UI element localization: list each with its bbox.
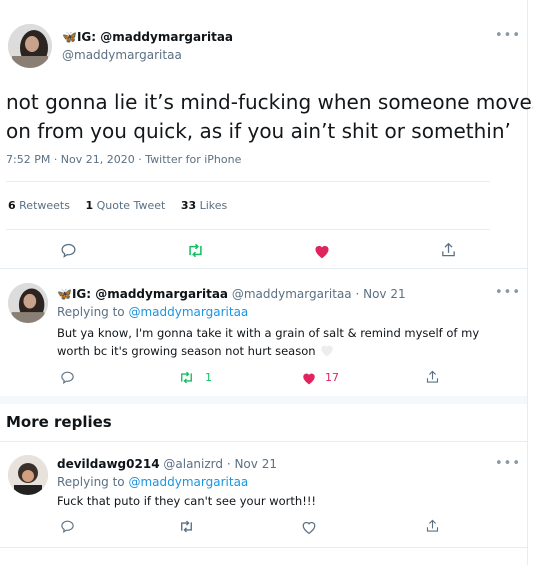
reply1-replying-to: Replying to @maddymargaritaa: [57, 305, 249, 319]
reply2-text: Fuck that puto if they can't see your wo…: [57, 494, 317, 508]
reply2-avatar[interactable]: [8, 455, 48, 495]
like-count: 17: [325, 371, 339, 384]
reply1-text: But ya know, I'm gonna take it with a gr…: [57, 324, 479, 362]
main-tweet-text: not gonna lie it’s mind-fucking when som…: [6, 88, 533, 146]
divider: [0, 547, 527, 548]
main-tweet-display-name[interactable]: 🦋IG: @maddymargaritaa: [62, 30, 233, 44]
reply2-replying-to: Replying to @maddymargaritaa: [57, 475, 249, 489]
main-tweet-timestamp[interactable]: 7:52 PM · Nov 21, 2020 · Twitter for iPh…: [6, 153, 241, 166]
reply1-header: 🦋IG: @maddymargaritaa @maddymargaritaa ·…: [57, 287, 406, 301]
divider: [0, 396, 527, 404]
tweet-thread-column: 🦋IG: @maddymargaritaa @maddymargaritaa •…: [0, 0, 533, 565]
divider: [6, 181, 490, 182]
share-icon[interactable]: [425, 518, 440, 534]
butterfly-icon: 🦋: [57, 287, 72, 301]
quote-tweets-stat[interactable]: 1 Quote Tweet: [85, 199, 168, 212]
like-icon[interactable]: [301, 520, 317, 534]
reply-icon[interactable]: [60, 519, 75, 534]
reply1-handle[interactable]: @maddymargaritaa: [232, 287, 352, 301]
retweet-count: 1: [205, 371, 212, 384]
share-icon[interactable]: [440, 241, 457, 259]
retweet-icon[interactable]: [178, 519, 195, 534]
main-tweet-text-line1: not gonna lie it’s mind-fucking when som…: [6, 90, 533, 114]
retweets-stat[interactable]: 6 Retweets: [8, 199, 73, 212]
more-dots-icon[interactable]: •••: [495, 456, 521, 471]
reply1-avatar[interactable]: [8, 283, 48, 323]
share-icon[interactable]: [425, 369, 440, 385]
more-dots-icon[interactable]: •••: [495, 28, 521, 43]
reply2-display-name[interactable]: devildawg0214: [57, 457, 160, 471]
reply2-header: devildawg0214 @alanizrd · Nov 21: [57, 457, 277, 471]
white-heart-icon: [319, 343, 335, 362]
replying-to-link[interactable]: @maddymargaritaa: [128, 305, 248, 319]
reply2-date[interactable]: · Nov 21: [227, 457, 277, 471]
divider: [6, 229, 490, 230]
divider: [0, 441, 527, 442]
reply2-handle[interactable]: @alanizrd: [163, 457, 223, 471]
like-icon[interactable]: [313, 243, 331, 259]
like-icon[interactable]: [301, 371, 317, 385]
likes-stat[interactable]: 33 Likes: [181, 199, 227, 212]
more-replies-heading: More replies: [6, 413, 112, 431]
replying-to-link[interactable]: @maddymargaritaa: [128, 475, 248, 489]
retweet-icon[interactable]: [186, 242, 205, 259]
main-tweet-handle[interactable]: @maddymargaritaa: [62, 48, 182, 62]
retweet-icon[interactable]: [178, 370, 195, 385]
reply1-display-name[interactable]: 🦋IG: @maddymargaritaa: [57, 287, 228, 301]
more-dots-icon[interactable]: •••: [495, 285, 521, 300]
reply1-date[interactable]: · Nov 21: [355, 287, 405, 301]
main-tweet-text-line2: on from you quick, as if you ain’t shit …: [6, 119, 511, 143]
tweet-stats: 6 Retweets 1 Quote Tweet 33 Likes: [8, 199, 227, 212]
reply-icon[interactable]: [60, 370, 75, 385]
butterfly-icon: 🦋: [62, 30, 77, 44]
main-tweet-avatar[interactable]: [8, 24, 52, 68]
divider: [0, 268, 527, 269]
reply-icon[interactable]: [60, 242, 77, 259]
